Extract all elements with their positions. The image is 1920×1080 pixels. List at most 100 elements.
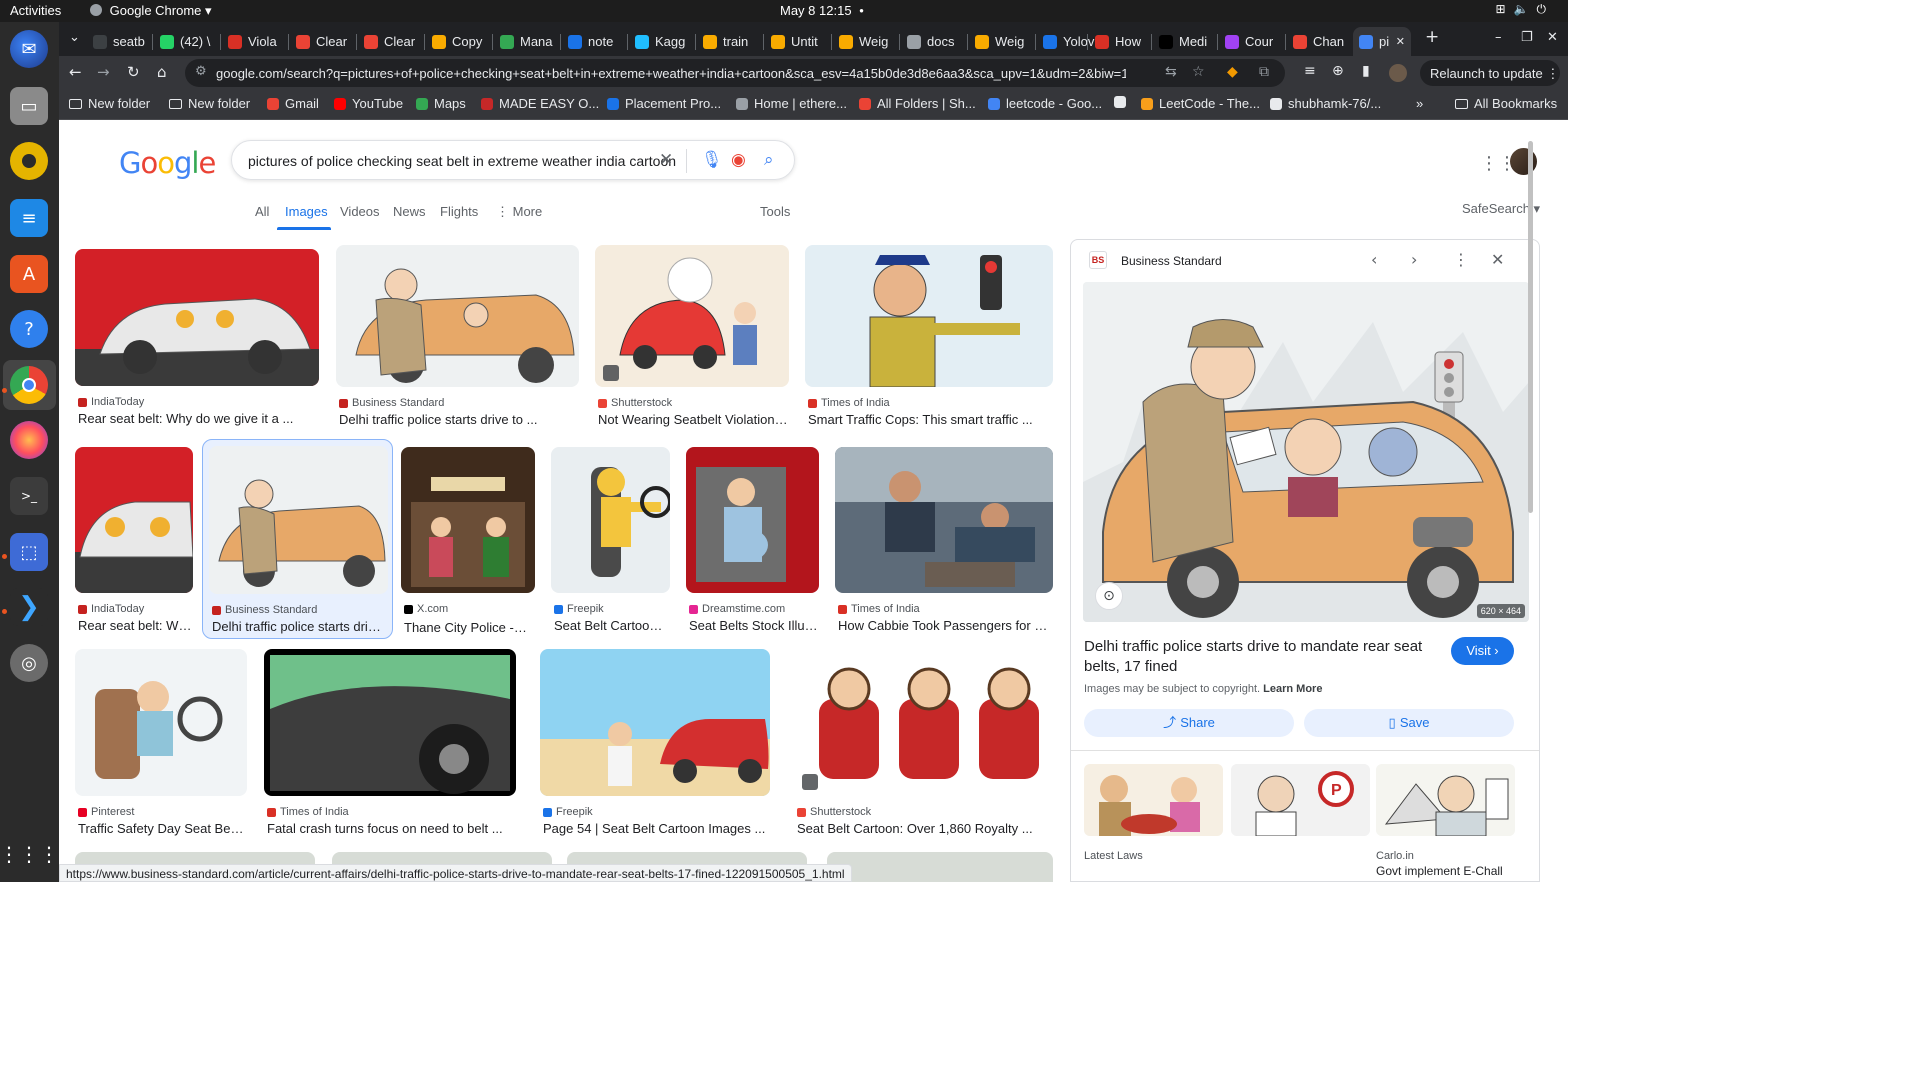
bookmark-item[interactable]: Placement Pro... <box>607 96 721 111</box>
image-result[interactable]: Business Standard Delhi traffic police st… <box>202 439 393 639</box>
bookmark-item[interactable]: All Folders | Sh... <box>859 96 976 111</box>
result-title[interactable]: Seat Belt Cartoon I... <box>554 618 669 633</box>
result-thumbnail[interactable] <box>75 649 247 796</box>
share-button[interactable]: ⤴ Share <box>1084 709 1294 737</box>
result-title[interactable]: Fatal crash turns focus on need to belt … <box>267 821 515 836</box>
maximize-icon[interactable]: ❐ <box>1521 30 1533 45</box>
side-panel-icon[interactable]: ▮ <box>1362 63 1370 79</box>
browser-tab[interactable]: Clear <box>290 27 354 56</box>
image-result[interactable]: Pinterest Traffic Safety Day Seat Belt ..… <box>75 649 247 842</box>
result-source[interactable]: Dreamstime.com <box>689 603 785 615</box>
browser-tab[interactable]: Weig <box>833 27 897 56</box>
tab-all[interactable]: All <box>255 204 269 219</box>
save-button[interactable]: ▯ Save <box>1304 709 1514 737</box>
rhythmbox-icon[interactable] <box>10 142 48 180</box>
bookmarks-overflow-icon[interactable]: » <box>1416 96 1423 111</box>
result-title[interactable]: Page 54 | Seat Belt Cartoon Images ... <box>543 821 769 836</box>
lens-search-icon[interactable]: ◉ <box>731 150 746 170</box>
bookmark-item[interactable]: leetcode - Goo... <box>988 96 1102 111</box>
extensions-icon[interactable]: ⧉ <box>1259 64 1269 80</box>
close-panel-icon[interactable]: ✕ <box>1491 250 1504 269</box>
previous-image-icon[interactable]: ‹ <box>1371 250 1377 269</box>
result-title[interactable]: Seat Belts Stock Illust... <box>689 618 818 633</box>
browser-tab[interactable]: train <box>697 27 761 56</box>
image-result[interactable]: Freepik Page 54 | Seat Belt Cartoon Image… <box>540 649 770 842</box>
result-source[interactable]: Shutterstock <box>598 397 672 409</box>
search-input[interactable]: pictures of police checking seat belt in… <box>248 153 676 169</box>
extension-fox-icon[interactable]: ◆ <box>1227 64 1238 80</box>
screenshot-icon[interactable]: ⬚ <box>10 533 48 571</box>
browser-tab[interactable]: Viola <box>222 27 286 56</box>
clock[interactable]: May 8 12:15 ● <box>780 3 864 18</box>
result-source[interactable]: X.com <box>404 603 448 615</box>
tab-images[interactable]: Images <box>285 204 328 219</box>
image-result[interactable]: IndiaToday Rear seat belt: Why do we give… <box>75 249 319 432</box>
forward-icon[interactable]: → <box>97 63 110 81</box>
result-thumbnail[interactable] <box>264 649 516 796</box>
new-tab-icon[interactable]: + <box>1425 27 1439 47</box>
result-source[interactable]: IndiaToday <box>78 603 144 615</box>
result-title[interactable]: Seat Belt Cartoon: Over 1,860 Royalty ..… <box>797 821 1051 836</box>
visit-button[interactable]: Visit › <box>1451 637 1514 665</box>
result-thumbnail[interactable] <box>209 446 388 594</box>
next-image-icon[interactable]: › <box>1411 250 1417 269</box>
close-tab-icon[interactable]: ✕ <box>1396 35 1405 48</box>
browser-tab[interactable]: Kagg <box>629 27 693 56</box>
disc-icon[interactable]: ◎ <box>10 644 48 682</box>
tab-more[interactable]: ⋮ More <box>496 204 542 220</box>
thunderbird-icon[interactable]: ✉ <box>10 30 48 68</box>
learn-more-link[interactable]: Learn More <box>1263 683 1322 695</box>
browser-tab[interactable]: Mana <box>494 27 558 56</box>
site-info-icon[interactable]: ⚙ <box>195 64 207 79</box>
browser-tab[interactable]: (42) \ <box>154 27 218 56</box>
result-source[interactable]: Business Standard <box>339 397 444 409</box>
result-title[interactable]: Delhi traffic police starts drive... <box>212 619 387 634</box>
clear-search-icon[interactable]: ✕ <box>659 150 673 170</box>
browser-tab[interactable]: docs <box>901 27 965 56</box>
result-thumbnail[interactable] <box>686 447 819 593</box>
image-result[interactable]: Times of India How Cabbie Took Passengers… <box>835 447 1053 639</box>
more-options-icon[interactable]: ⋮ <box>1453 250 1469 269</box>
browser-tab[interactable]: Untit <box>765 27 829 56</box>
home-icon[interactable]: ⌂ <box>157 63 167 81</box>
panel-source[interactable]: Business Standard <box>1121 254 1222 268</box>
result-title[interactable]: Not Wearing Seatbelt Violation P... <box>598 412 788 427</box>
all-bookmarks-button[interactable]: All Bookmarks <box>1455 96 1557 111</box>
profile-avatar[interactable] <box>1389 64 1407 82</box>
browser-tab[interactable]: Medi <box>1153 27 1217 56</box>
result-thumbnail[interactable] <box>551 447 670 593</box>
lens-icon[interactable]: ⊙ <box>1095 582 1123 610</box>
url-text[interactable]: google.com/search?q=pictures+of+police+c… <box>216 66 1126 81</box>
result-title[interactable]: Rear seat belt: Why do we give it a ... <box>78 411 318 426</box>
image-result[interactable]: Freepik Seat Belt Cartoon I... <box>551 447 670 639</box>
result-thumbnail[interactable] <box>835 447 1053 593</box>
browser-tab[interactable]: Copy <box>426 27 490 56</box>
browser-tab[interactable]: Clear <box>358 27 422 56</box>
result-source[interactable]: Freepik <box>543 806 593 818</box>
preview-image[interactable]: 620 × 464 ⊙ <box>1083 282 1529 622</box>
result-title[interactable]: How Cabbie Took Passengers for Rid... <box>838 618 1052 633</box>
vscode-icon[interactable]: ❯ <box>10 588 48 626</box>
result-thumbnail[interactable] <box>595 245 789 387</box>
bookmark-item[interactable]: Maps <box>416 96 466 111</box>
image-result[interactable]: Times of India Smart Traffic Cops: This s… <box>805 245 1053 433</box>
search-box[interactable]: pictures of police checking seat belt in… <box>231 140 795 180</box>
app-menu[interactable]: Google Chrome ▾ <box>90 3 212 19</box>
app-grid-icon[interactable]: ⋮⋮⋮ <box>0 835 59 873</box>
close-window-icon[interactable]: ✕ <box>1547 30 1558 45</box>
browser-tab[interactable]: Weig <box>969 27 1033 56</box>
bookmark-item[interactable]: YouTube <box>334 96 403 111</box>
reload-icon[interactable]: ↻ <box>127 63 140 81</box>
reading-list-icon[interactable]: ≡ <box>1304 63 1316 79</box>
result-source[interactable]: Times of India <box>808 397 890 409</box>
result-thumbnail[interactable] <box>401 447 535 593</box>
image-result[interactable]: Shutterstock Not Wearing Seatbelt Violati… <box>595 245 789 433</box>
panel-title[interactable]: Delhi traffic police starts drive to man… <box>1084 637 1434 677</box>
browser-tab[interactable]: note <box>562 27 626 56</box>
bookmark-item[interactable] <box>1114 96 1132 108</box>
image-result-partial[interactable] <box>827 852 1053 882</box>
translate-icon[interactable]: ⇆ <box>1165 64 1177 80</box>
software-center-icon[interactable]: A <box>10 255 48 293</box>
image-result[interactable]: Business Standard Delhi traffic police st… <box>336 245 579 433</box>
result-source[interactable]: IndiaToday <box>78 396 144 408</box>
